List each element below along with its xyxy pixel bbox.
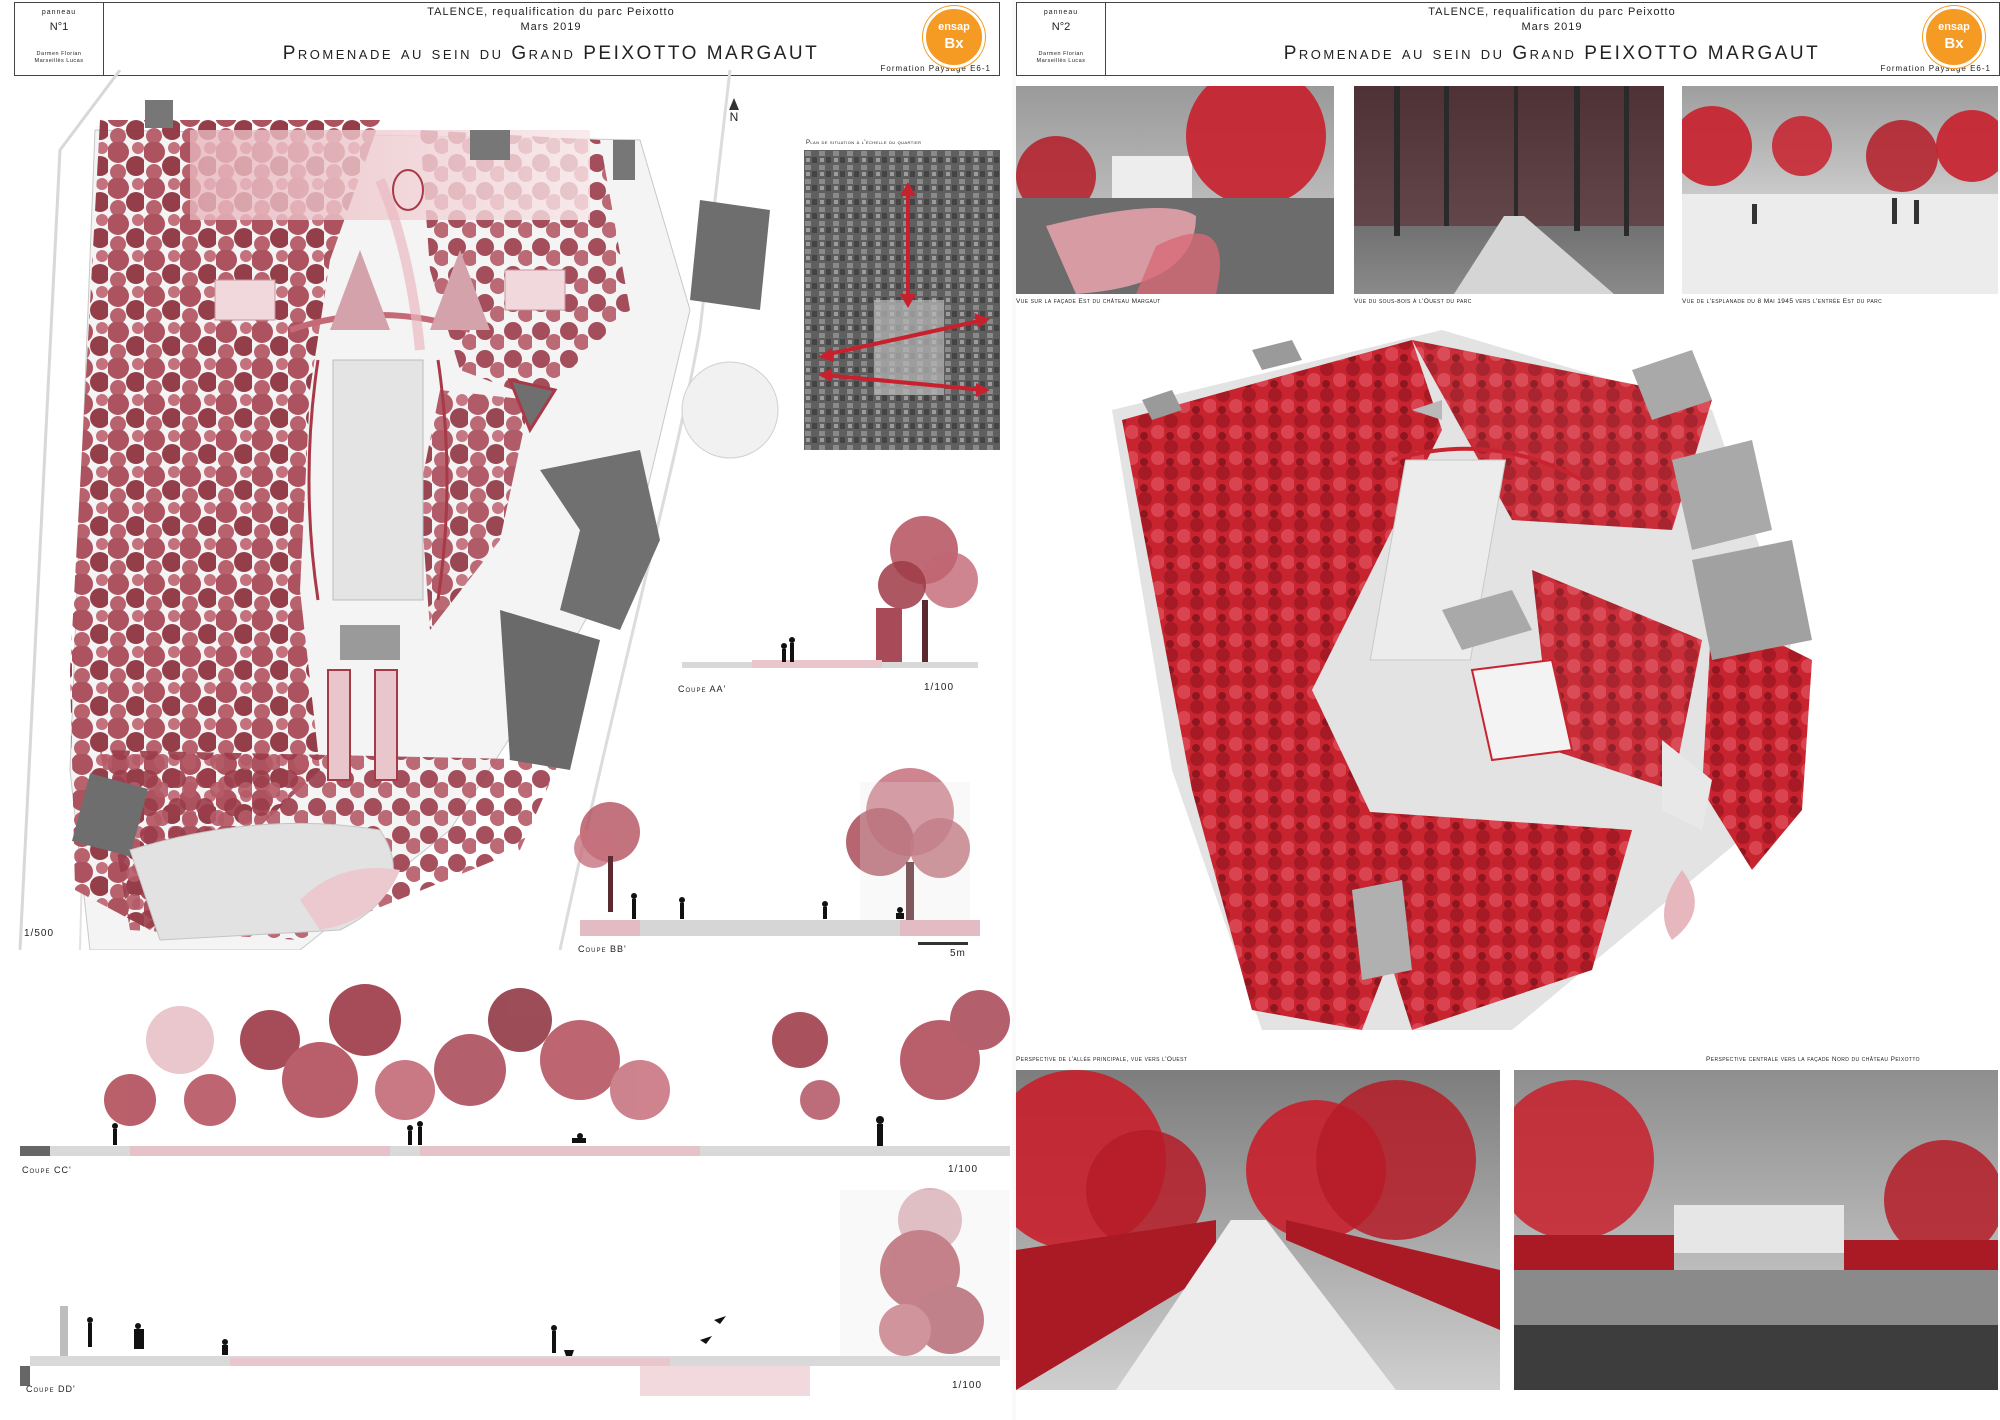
photo-3-caption: Vue de l'esplanade du 8 Mai 1945 vers l'… bbox=[1682, 298, 1883, 305]
panel-header: panneau N°1 Darmen Florian Marseillès Lu… bbox=[14, 2, 1000, 76]
section-cc-scale: 1/100 bbox=[948, 1164, 979, 1175]
page-title: Promenade au sein du Grand PEIXOTTO MARG… bbox=[1283, 43, 1821, 64]
header-subtitle-block: TALENCE, requalification du parc Peixott… bbox=[1105, 5, 1999, 35]
photo-main-alley bbox=[1016, 1070, 1500, 1390]
plan-scale: 1/500 bbox=[24, 928, 55, 939]
photo-5-caption: Perspective centrale vers la façade Nord… bbox=[1706, 1056, 1920, 1063]
author-1: Darmen Florian bbox=[1038, 51, 1084, 57]
header-main: TALENCE, requalification du parc Peixott… bbox=[103, 3, 999, 75]
panel-number: N°2 bbox=[1051, 21, 1071, 33]
photo-1-caption: Vue sur la façade Est du château Margaut bbox=[1016, 298, 1161, 305]
formation-label: Formation Paysage E6-1 bbox=[1880, 64, 1991, 73]
north-arrow: N bbox=[724, 98, 744, 138]
photo-esplanade-8-mai bbox=[1682, 86, 1998, 294]
north-arrow-icon bbox=[729, 98, 739, 110]
panel-id-box: panneau N°2 Darmen Florian Marseillès Lu… bbox=[1017, 3, 1106, 75]
header-subtitle-block: TALENCE, requalification du parc Peixott… bbox=[103, 5, 999, 35]
section-cc-label: Coupe CC' bbox=[22, 1165, 72, 1175]
ensap-logo: ensap Bx bbox=[923, 6, 985, 68]
section-dd-label: Coupe DD' bbox=[26, 1384, 76, 1394]
header-main: TALENCE, requalification du parc Peixott… bbox=[1105, 3, 1999, 75]
authors: Darmen Florian Marseillès Lucas bbox=[15, 51, 103, 65]
panel-id-box: panneau N°1 Darmen Florian Marseillès Lu… bbox=[15, 3, 104, 75]
section-bb-scale: 5m bbox=[950, 948, 966, 959]
section-dd-scale: 1/100 bbox=[952, 1380, 983, 1391]
ensap-logo: ensap Bx bbox=[1923, 6, 1985, 68]
page-title: Promenade au sein du Grand PEIXOTTO MARG… bbox=[282, 43, 820, 64]
panel-number: N°1 bbox=[49, 21, 69, 33]
situation-caption: Plan de situation à l'échelle du quartie… bbox=[806, 140, 922, 146]
panel-number-label: panneau bbox=[41, 9, 77, 16]
photo-chateau-east-facade bbox=[1016, 86, 1334, 294]
section-dd-drawing bbox=[20, 1188, 1010, 1396]
section-aa-label: Coupe AA' bbox=[678, 684, 727, 694]
authors: Darmen Florian Marseillès Lucas bbox=[1017, 51, 1105, 65]
scale-bar bbox=[918, 942, 968, 945]
panel-1: panneau N°1 Darmen Florian Marseillès Lu… bbox=[0, 0, 1012, 1420]
section-aa-drawing bbox=[682, 516, 978, 668]
section-bb-label: Coupe BB' bbox=[578, 944, 627, 954]
section-cc-drawing bbox=[20, 984, 1010, 1156]
photo-2-caption: Vue du sous-bois à l'Ouest du parc bbox=[1354, 298, 1472, 305]
author-2: Marseillès Lucas bbox=[1036, 58, 1086, 64]
section-aa-scale: 1/100 bbox=[924, 682, 955, 693]
header-subtitle: TALENCE, requalification du parc Peixott… bbox=[1428, 6, 1676, 18]
author-2: Marseillès Lucas bbox=[34, 58, 84, 64]
panel-2: panneau N°2 Darmen Florian Marseillès Lu… bbox=[1016, 0, 2000, 1420]
axonometric-view bbox=[1112, 330, 1812, 1030]
header-date: Mars 2019 bbox=[1521, 21, 1583, 33]
photo-4-caption: Perspective de l'allée principale, vue v… bbox=[1016, 1056, 1188, 1063]
panel-header: panneau N°2 Darmen Florian Marseillès Lu… bbox=[1016, 2, 2000, 76]
panel-number-label: panneau bbox=[1043, 9, 1079, 16]
author-1: Darmen Florian bbox=[36, 51, 82, 57]
north-label: N bbox=[729, 110, 739, 124]
photo-north-facade bbox=[1514, 1070, 1998, 1390]
header-date: Mars 2019 bbox=[520, 21, 582, 33]
header-subtitle: TALENCE, requalification du parc Peixott… bbox=[427, 6, 675, 18]
photo-undergrowth-west bbox=[1354, 86, 1664, 294]
section-bb-drawing bbox=[574, 768, 980, 936]
situation-map bbox=[804, 150, 1000, 450]
